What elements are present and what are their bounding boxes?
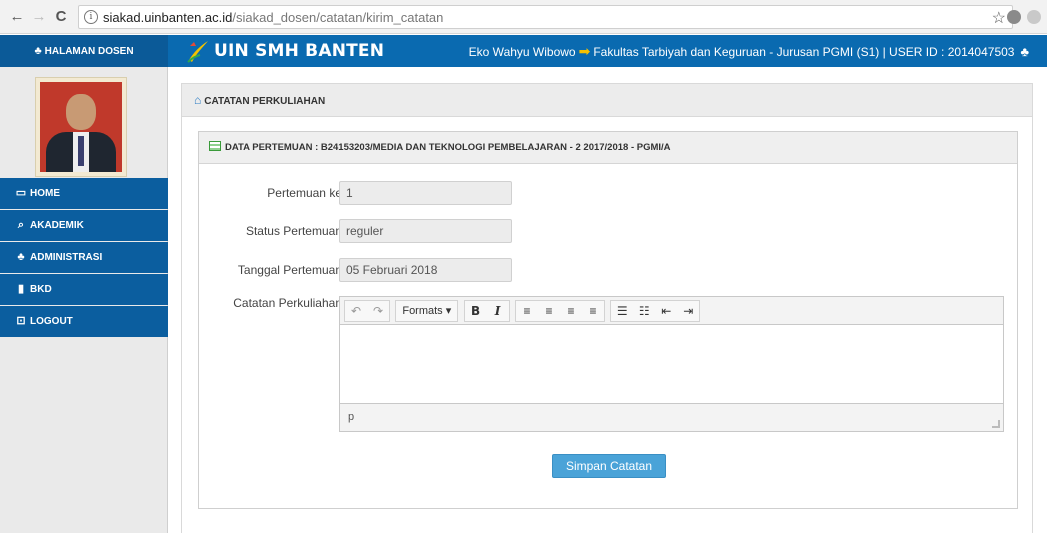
sidebar-item-label: HOME [30, 188, 60, 199]
notes-label: Catatan Perkuliahan [233, 296, 342, 310]
element-path[interactable]: p [348, 411, 354, 423]
sidebar-item-label: BKD [30, 284, 52, 295]
notes-editor: ↶ ↷ Formats ▾ BI ≡ ≡ ≡ ≡ ☰ ☷ ⇤ ⇥ p [339, 296, 1004, 432]
sidebar-item-bkd[interactable]: ▮ BKD [0, 274, 168, 305]
user-faculty: Fakultas Tarbiyah dan Keguruan - Jurusan… [593, 45, 1015, 59]
undo-button[interactable]: ↶ [345, 301, 367, 321]
sidebar-menu: ▭ HOME ⌕ AKADEMIK ♣ ADMINISTRASI ▮ BKD ⊡ LOGO… [0, 178, 168, 338]
editor-toolbar: ↶ ↷ Formats ▾ BI ≡ ≡ ≡ ≡ ☰ ☷ ⇤ ⇥ [340, 297, 1003, 325]
align-group: ≡ ≡ ≡ ≡ [514, 300, 605, 322]
meeting-panel: DATA PERTEMUAN : B24153203/MEDIA DAN TEK… [198, 131, 1018, 509]
align-right-button[interactable]: ≡ [560, 301, 582, 321]
formats-dropdown[interactable]: Formats ▾ [396, 301, 457, 321]
user-name: Eko Wahyu Wibowo [468, 45, 576, 59]
formats-group: Formats ▾ [395, 300, 459, 322]
info-icon[interactable]: i [84, 10, 98, 24]
avatar-photo [40, 82, 122, 172]
sidebar-item-administrasi[interactable]: ♣ ADMINISTRASI [0, 242, 168, 273]
bullet-list-button[interactable]: ☰ [611, 301, 633, 321]
editor-text-area[interactable] [340, 325, 1003, 403]
meeting-no-label: Pertemuan ke [267, 186, 342, 200]
editor-status-bar: p [340, 403, 1003, 431]
date-label: Tanggal Pertemuan [237, 263, 342, 277]
meeting-panel-header: DATA PERTEMUAN : B24153203/MEDIA DAN TEK… [199, 132, 1017, 164]
url-path: /siakad_dosen/catatan/kirim_catatan [232, 10, 444, 25]
style-group: BI [463, 300, 510, 322]
app-header: ♣ HALAMAN DOSEN UIN SMH BANTEN Eko Wahyu … [0, 35, 1047, 67]
book-icon: ▮ [17, 283, 25, 295]
justify-button[interactable]: ≡ [582, 301, 604, 321]
meeting-panel-title: DATA PERTEMUAN : B24153203/MEDIA DAN TEK… [225, 142, 671, 153]
history-group: ↶ ↷ [344, 300, 390, 322]
save-notes-button[interactable]: Simpan Catatan [552, 454, 666, 478]
search-icon: ⌕ [17, 219, 25, 231]
main-content: ⌂ CATATAN PERKULIAHAN DATA PERTEMUAN : B2… [168, 67, 1047, 533]
sidebar-item-label: AKADEMIK [30, 220, 84, 231]
url-text[interactable]: siakad.uinbanten.ac.id/siakad_dosen/cata… [103, 10, 443, 26]
status-input[interactable] [339, 219, 512, 243]
sidebar-header: ♣ HALAMAN DOSEN [0, 35, 168, 67]
list-group: ☰ ☷ ⇤ ⇥ [610, 300, 701, 322]
align-center-button[interactable]: ≡ [538, 301, 560, 321]
status-label: Status Pertemuan [245, 224, 342, 238]
table-icon [209, 141, 221, 151]
arrow-right-icon: ➡ [578, 43, 591, 59]
extension-icon[interactable] [1007, 10, 1021, 24]
back-icon[interactable]: ← [8, 8, 26, 26]
forward-icon[interactable]: → [30, 8, 48, 26]
form-row-meeting-no: Pertemuan ke [199, 181, 1019, 205]
bold-button[interactable]: B [465, 301, 487, 321]
address-bar[interactable]: i siakad.uinbanten.ac.id/siakad_dosen/ca… [78, 5, 1013, 29]
sidebar-item-label: ADMINISTRASI [30, 252, 103, 263]
content-header: ⌂ CATATAN PERKULIAHAN [182, 84, 1032, 117]
extension-icon[interactable] [1027, 10, 1041, 24]
sidebar-item-home[interactable]: ▭ HOME [0, 178, 168, 209]
logout-icon: ⊡ [16, 315, 26, 327]
users-icon: ♣ [34, 45, 42, 57]
sidebar-item-label: LOGOUT [30, 316, 73, 327]
brand-name: UIN SMH BANTEN [214, 41, 385, 61]
sidebar-item-akademik[interactable]: ⌕ AKADEMIK [0, 210, 168, 241]
meeting-no-input[interactable] [339, 181, 512, 205]
brand[interactable]: UIN SMH BANTEN [186, 35, 384, 67]
sidebar: ▭ HOME ⌕ AKADEMIK ♣ ADMINISTRASI ▮ BKD ⊡ LOGO… [0, 67, 168, 533]
form-row-status: Status Pertemuan [199, 219, 1019, 243]
sidebar-title: HALAMAN DOSEN [44, 46, 134, 57]
outdent-button[interactable]: ⇤ [655, 301, 677, 321]
align-left-button[interactable]: ≡ [516, 301, 538, 321]
user-info: Eko Wahyu Wibowo ➡ Fakultas Tarbiyah dan K… [469, 35, 1029, 67]
form-row-date: Tanggal Pertemuan [199, 258, 1019, 282]
browser-toolbar: ← → C i siakad.uinbanten.ac.id/siakad_do… [0, 0, 1047, 34]
italic-button[interactable]: I [487, 301, 509, 321]
home-icon: ⌂ [194, 93, 202, 107]
date-input[interactable] [339, 258, 512, 282]
resize-handle-icon[interactable] [992, 420, 1000, 428]
sidebar-item-logout[interactable]: ⊡ LOGOUT [0, 306, 168, 337]
bookmark-star-icon[interactable]: ☆ [992, 8, 1006, 28]
numbered-list-button[interactable]: ☷ [633, 301, 655, 321]
avatar [35, 77, 127, 177]
page-title: CATATAN PERKULIAHAN [204, 96, 326, 107]
redo-button[interactable]: ↷ [367, 301, 389, 321]
indent-button[interactable]: ⇥ [677, 301, 699, 321]
monitor-icon: ▭ [15, 187, 27, 199]
user-icon[interactable]: ♣ [1020, 44, 1029, 59]
content-panel: ⌂ CATATAN PERKULIAHAN DATA PERTEMUAN : B2… [181, 83, 1033, 533]
reload-icon[interactable]: C [52, 8, 70, 26]
uin-logo-icon [187, 41, 208, 63]
url-domain: siakad.uinbanten.ac.id [103, 10, 233, 25]
users-icon: ♣ [17, 251, 25, 263]
